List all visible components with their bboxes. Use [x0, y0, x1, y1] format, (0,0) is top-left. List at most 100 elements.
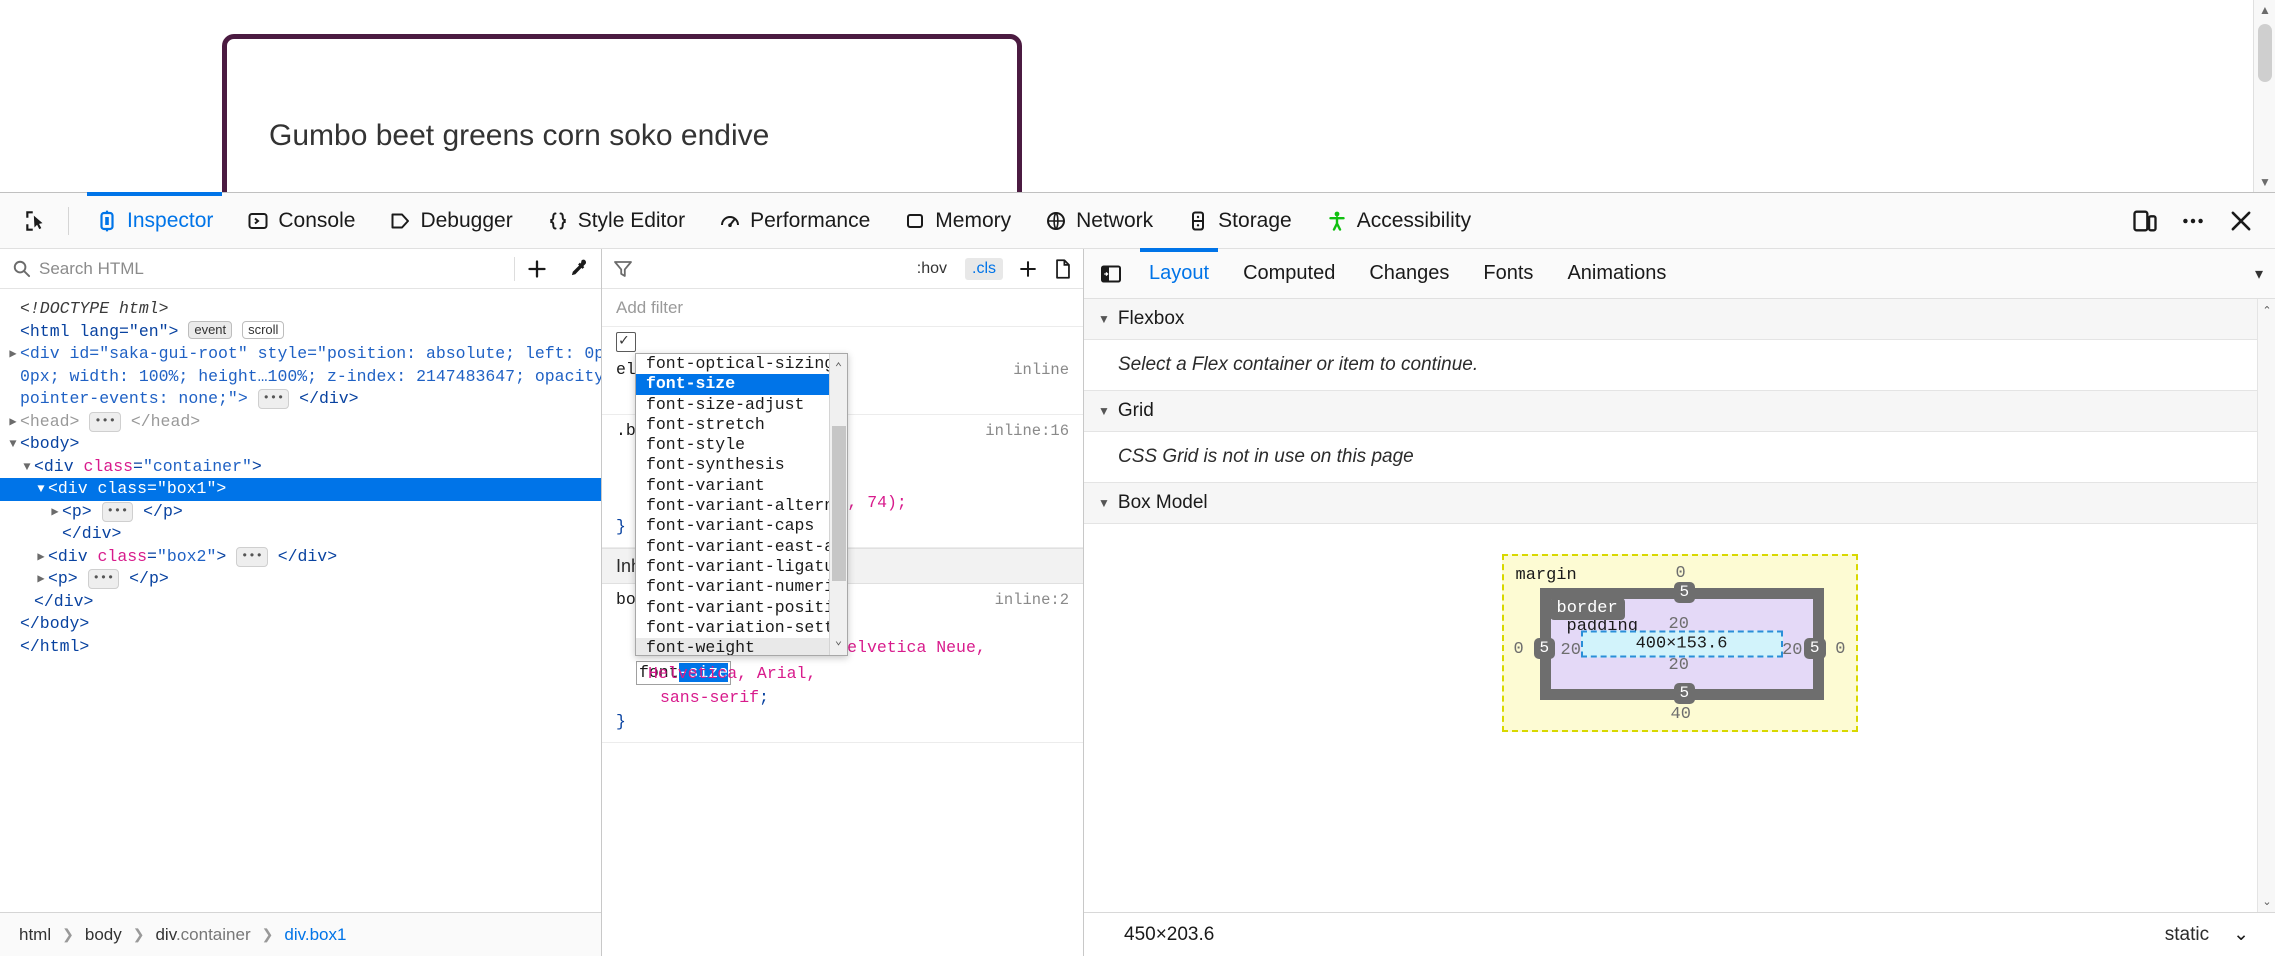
border-bottom-value[interactable]: 5	[1674, 683, 1696, 704]
box-model-content-size[interactable]: 400×153.6	[1581, 631, 1783, 658]
tab-console[interactable]: Console	[230, 193, 372, 249]
tree-row-html-close[interactable]: </html>	[0, 636, 601, 659]
css-property-autocomplete[interactable]: font-optical-sizing font-size font-size-…	[635, 353, 848, 656]
tab-inspector[interactable]: Inspector	[79, 193, 230, 249]
padding-right-value[interactable]: 20	[1782, 641, 1802, 660]
border-right-value[interactable]: 5	[1804, 638, 1826, 659]
autocomplete-item-font-variant-ligatures[interactable]: font-variant-ligatures	[636, 557, 829, 577]
ellipsis-icon[interactable]: •••	[258, 389, 290, 409]
autocomplete-item-font-synthesis[interactable]: font-synthesis	[636, 455, 829, 475]
autocomplete-scroll-thumb[interactable]	[832, 426, 846, 581]
twisty-collapsed-icon[interactable]: ▶	[6, 343, 20, 366]
ellipsis-icon[interactable]: •••	[89, 412, 121, 432]
print-styles-icon[interactable]	[1053, 258, 1073, 280]
margin-top-value[interactable]: 0	[1676, 564, 1686, 583]
tree-row-box2[interactable]: ▶<div class="box2"> ••• </div>	[0, 546, 601, 569]
rule-body-source[interactable]: inline:2	[995, 588, 1069, 612]
ellipsis-icon[interactable]: •••	[102, 502, 134, 522]
pseudo-class-button[interactable]: :hov	[913, 258, 951, 280]
tree-row-html[interactable]: <html lang="en"> event scroll	[0, 321, 601, 344]
filter-icon[interactable]	[612, 258, 634, 280]
tree-row-p-in-container[interactable]: ▶<p> ••• </p>	[0, 568, 601, 591]
twisty-collapsed-icon[interactable]: ▶	[48, 501, 62, 524]
box-model-margin-region[interactable]: margin 0 0 0 40 5 5 5 5 border padding	[1502, 554, 1858, 732]
dock-panel-icon[interactable]	[1090, 249, 1132, 299]
autocomplete-item-font-variant-east-asia[interactable]: font-variant-east-asia	[636, 537, 829, 557]
scroll-up-icon[interactable]: ▲	[2254, 0, 2275, 20]
twisty-expanded-icon[interactable]: ▼	[34, 478, 48, 501]
breadcrumb-item-container[interactable]: div.container	[150, 923, 255, 947]
rules-filter-input[interactable]: Add filter	[602, 289, 1083, 327]
element-picker-icon[interactable]	[14, 201, 58, 241]
border-left-value[interactable]: 5	[1534, 638, 1556, 659]
page-scroll-thumb[interactable]	[2258, 24, 2272, 82]
scroll-down-icon[interactable]: ⌄	[2258, 892, 2275, 910]
border-top-value[interactable]: 5	[1674, 582, 1696, 603]
section-header-flexbox[interactable]: ▼ Flexbox	[1084, 299, 2275, 340]
twisty-expanded-icon[interactable]: ▼	[20, 456, 34, 479]
chevron-down-icon[interactable]: ▾	[2243, 264, 2275, 284]
tab-debugger[interactable]: Debugger	[372, 193, 529, 249]
autocomplete-item-font-variant-position[interactable]: font-variant-position	[636, 598, 829, 618]
tree-row-box1-close[interactable]: </div>	[0, 523, 601, 546]
more-options-icon[interactable]	[2179, 207, 2207, 235]
padding-bottom-value[interactable]: 20	[1669, 656, 1689, 675]
scroll-down-icon[interactable]: ▼	[2254, 172, 2275, 192]
tab-changes[interactable]: Changes	[1352, 249, 1466, 299]
chevron-down-icon[interactable]: ⌄	[2233, 923, 2249, 946]
autocomplete-item-font-style[interactable]: font-style	[636, 435, 829, 455]
tree-row-doctype[interactable]: <!DOCTYPE html>	[0, 298, 601, 321]
autocomplete-item-font-variation-setting[interactable]: font-variation-setting	[636, 618, 829, 638]
add-new-rule-icon[interactable]	[1017, 258, 1039, 280]
scroll-up-icon[interactable]: ⌃	[2258, 301, 2275, 319]
autocomplete-item-font-size-adjust[interactable]: font-size-adjust	[636, 395, 829, 415]
tree-row-container-close[interactable]: </div>	[0, 591, 601, 614]
ellipsis-icon[interactable]: •••	[88, 569, 120, 589]
close-devtools-icon[interactable]	[2227, 207, 2255, 235]
rule-enabled-checkbox[interactable]	[616, 332, 636, 352]
autocomplete-item-font-variant-numeric[interactable]: font-variant-numeric	[636, 577, 829, 597]
autocomplete-item-font-variant-alternate[interactable]: font-variant-alternate	[636, 496, 829, 516]
eyedropper-icon[interactable]	[565, 257, 589, 281]
page-vertical-scrollbar[interactable]: ▲ ▼	[2253, 0, 2275, 192]
breadcrumb-item-box1[interactable]: div.box1	[279, 923, 351, 947]
tree-row-saka-gui-root[interactable]: ▶<div id="saka-gui-root" style="position…	[0, 343, 601, 366]
margin-left-value[interactable]: 0	[1514, 640, 1524, 659]
twisty-collapsed-icon[interactable]: ▶	[34, 568, 48, 591]
margin-right-value[interactable]: 0	[1835, 640, 1845, 659]
twisty-collapsed-icon[interactable]: ▶	[6, 411, 20, 434]
autocomplete-item-font-size[interactable]: font-size	[636, 374, 829, 394]
tree-row-body-close[interactable]: </body>	[0, 613, 601, 636]
badge-scroll[interactable]: scroll	[242, 321, 284, 339]
tab-style-editor[interactable]: Style Editor	[530, 193, 702, 249]
layout-pane-scrollbar[interactable]: ⌃ ⌄	[2257, 299, 2275, 912]
autocomplete-item-font-variant-caps[interactable]: font-variant-caps	[636, 516, 829, 536]
tab-animations[interactable]: Animations	[1550, 249, 1683, 299]
chevron-down-icon[interactable]: ⌄	[835, 629, 842, 653]
class-toggle-button[interactable]: .cls	[965, 258, 1003, 280]
tree-row-head[interactable]: ▶<head> ••• </head>	[0, 411, 601, 434]
plus-icon[interactable]	[525, 257, 549, 281]
section-header-box-model[interactable]: ▼ Box Model	[1084, 483, 2275, 524]
twisty-expanded-icon[interactable]: ▼	[6, 433, 20, 456]
tab-storage[interactable]: Storage	[1170, 193, 1309, 249]
rule-box1-source[interactable]: inline:16	[985, 419, 1069, 443]
responsive-design-mode-icon[interactable]	[2131, 207, 2159, 235]
tree-row-body[interactable]: ▼<body>	[0, 433, 601, 456]
tab-fonts[interactable]: Fonts	[1466, 249, 1550, 299]
chevron-up-icon[interactable]: ⌃	[835, 356, 842, 380]
autocomplete-item-font-variant[interactable]: font-variant	[636, 476, 829, 496]
tab-network[interactable]: Network	[1028, 193, 1170, 249]
autocomplete-scrollbar[interactable]: ⌃ ⌄	[829, 354, 847, 655]
autocomplete-item-font-stretch[interactable]: font-stretch	[636, 415, 829, 435]
tab-computed[interactable]: Computed	[1226, 249, 1352, 299]
tab-memory[interactable]: Memory	[887, 193, 1028, 249]
ellipsis-icon[interactable]: •••	[236, 547, 268, 567]
tree-row-container[interactable]: ▼<div class="container">	[0, 456, 601, 479]
tree-row-box1[interactable]: ▼<div class="box1">	[0, 478, 601, 501]
tab-performance[interactable]: Performance	[702, 193, 887, 249]
autocomplete-item-font-weight[interactable]: font-weight	[636, 638, 829, 655]
badge-event[interactable]: event	[188, 321, 232, 339]
section-header-grid[interactable]: ▼ Grid	[1084, 391, 2275, 432]
rule-element-source[interactable]: inline	[1013, 358, 1069, 382]
